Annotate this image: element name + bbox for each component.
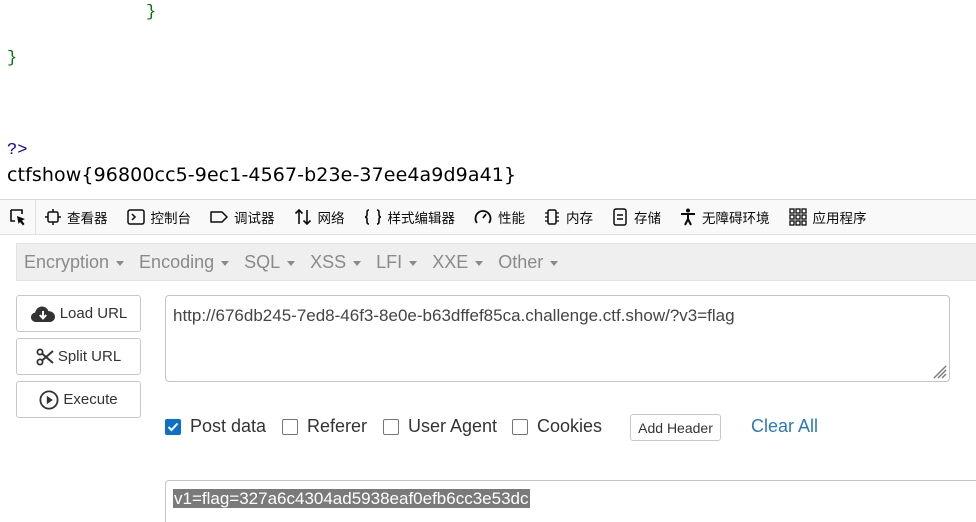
load-url-button[interactable]: Load URL [16,295,141,332]
menu-other-label: Other [498,251,544,272]
tab-network[interactable]: 网络 [285,200,355,234]
tab-inspector[interactable]: 查看器 [36,200,118,234]
debugger-icon [210,211,228,223]
post-data-label: Post data [190,416,267,436]
cookies-option[interactable]: Cookies [512,416,602,437]
application-icon [788,208,807,226]
caret-down-icon [475,260,484,266]
console-icon [126,209,145,225]
menu-lfi-label: LFI [376,251,403,272]
tab-style-editor-label: 样式编辑器 [387,211,456,227]
tab-console-label: 控制台 [150,211,192,227]
url-textarea[interactable]: http://676db245-7ed8-46f3-8e0e-b63dffef8… [165,295,950,382]
inspector-icon [45,209,61,225]
menu-encryption[interactable]: Encryption [17,252,132,273]
tab-performance[interactable]: 性能 [465,200,535,234]
menu-encoding-label: Encoding [139,251,215,272]
post-data-text: v1=flag=327a6c4304ad5938eaf0efb6cc3e53dc [173,489,530,508]
tab-accessibility[interactable]: 无障碍环境 [671,200,780,234]
storage-icon [613,208,627,226]
split-url-label: Split URL [57,348,122,365]
style-editor-icon [364,209,381,225]
menu-xxe[interactable]: XXE [425,252,491,273]
url-text: http://676db245-7ed8-46f3-8e0e-b63dffef8… [173,306,735,325]
menu-xxe-label: XXE [432,251,469,272]
accessibility-icon [681,208,695,226]
tab-console[interactable]: 控制台 [118,200,202,234]
checkmark-icon [167,422,179,431]
tab-performance-label: 性能 [498,211,525,227]
split-url-button[interactable]: Split URL [16,338,141,375]
network-icon [294,208,311,226]
post-data-textarea[interactable]: v1=flag=327a6c4304ad5938eaf0efb6cc3e53dc [165,480,976,522]
tab-storage[interactable]: 存储 [603,200,671,234]
hackbar-menu: Encryption Encoding SQL XSS LFI XXE Othe… [16,243,976,281]
tab-memory-label: 内存 [566,211,593,227]
tab-application[interactable]: 应用程序 [780,200,877,234]
play-circle-icon [39,389,59,410]
code-brace-inner: } [146,3,157,22]
caret-down-icon [550,260,559,266]
tab-memory[interactable]: 内存 [535,200,603,234]
referer-checkbox[interactable] [282,418,298,435]
element-picker-button[interactable] [0,200,36,234]
performance-icon [474,210,492,224]
php-close-tag: ?> [7,141,28,160]
scissors-icon [36,348,54,365]
menu-lfi[interactable]: LFI [369,252,425,273]
menu-sql-label: SQL [244,251,281,272]
tab-application-label: 应用程序 [812,211,867,227]
caret-down-icon [409,260,418,266]
user-agent-checkbox[interactable] [383,418,399,435]
caret-down-icon [221,260,230,266]
code-brace-outer: } [7,49,18,68]
clear-all-link[interactable]: Clear All [751,416,818,437]
cloud-download-icon [30,306,55,322]
resize-handle-icon[interactable] [931,363,947,379]
post-data-option[interactable]: Post data [165,416,266,437]
tab-debugger-label: 调试器 [234,211,275,227]
flag-output: ctfshow{96800cc5-9ec1-4567-b23e-37ee4a9d… [7,164,517,186]
tab-debugger[interactable]: 调试器 [201,200,285,234]
referer-option[interactable]: Referer [282,416,367,437]
tab-storage-label: 存储 [634,211,661,227]
menu-encryption-label: Encryption [24,251,110,272]
caret-down-icon [116,260,125,266]
menu-encoding[interactable]: Encoding [132,252,237,273]
menu-xss[interactable]: XSS [303,252,369,273]
caret-down-icon [287,260,296,266]
element-picker-icon [9,209,25,226]
add-header-button[interactable]: Add Header [630,414,721,441]
execute-label: Execute [63,391,118,408]
referer-label: Referer [307,416,368,436]
tab-style-editor[interactable]: 样式编辑器 [355,200,466,234]
caret-down-icon [353,260,362,266]
post-data-checkbox[interactable] [165,418,181,435]
user-agent-option[interactable]: User Agent [383,416,497,437]
tab-accessibility-label: 无障碍环境 [702,211,770,227]
menu-xss-label: XSS [310,251,347,272]
tab-network-label: 网络 [317,211,345,227]
memory-icon [545,209,559,225]
execute-button[interactable]: Execute [16,381,141,418]
devtools-toolbar: 查看器 控制台 调试器 网络 样式编辑器 性能 内存 存储 无障碍环境 应用程序 [0,199,976,235]
user-agent-label: User Agent [408,416,498,436]
cookies-checkbox[interactable] [512,418,528,435]
load-url-label: Load URL [59,305,128,322]
cookies-label: Cookies [537,416,603,436]
tab-inspector-label: 查看器 [67,211,108,227]
menu-other[interactable]: Other [491,252,566,273]
menu-sql[interactable]: SQL [237,252,303,273]
